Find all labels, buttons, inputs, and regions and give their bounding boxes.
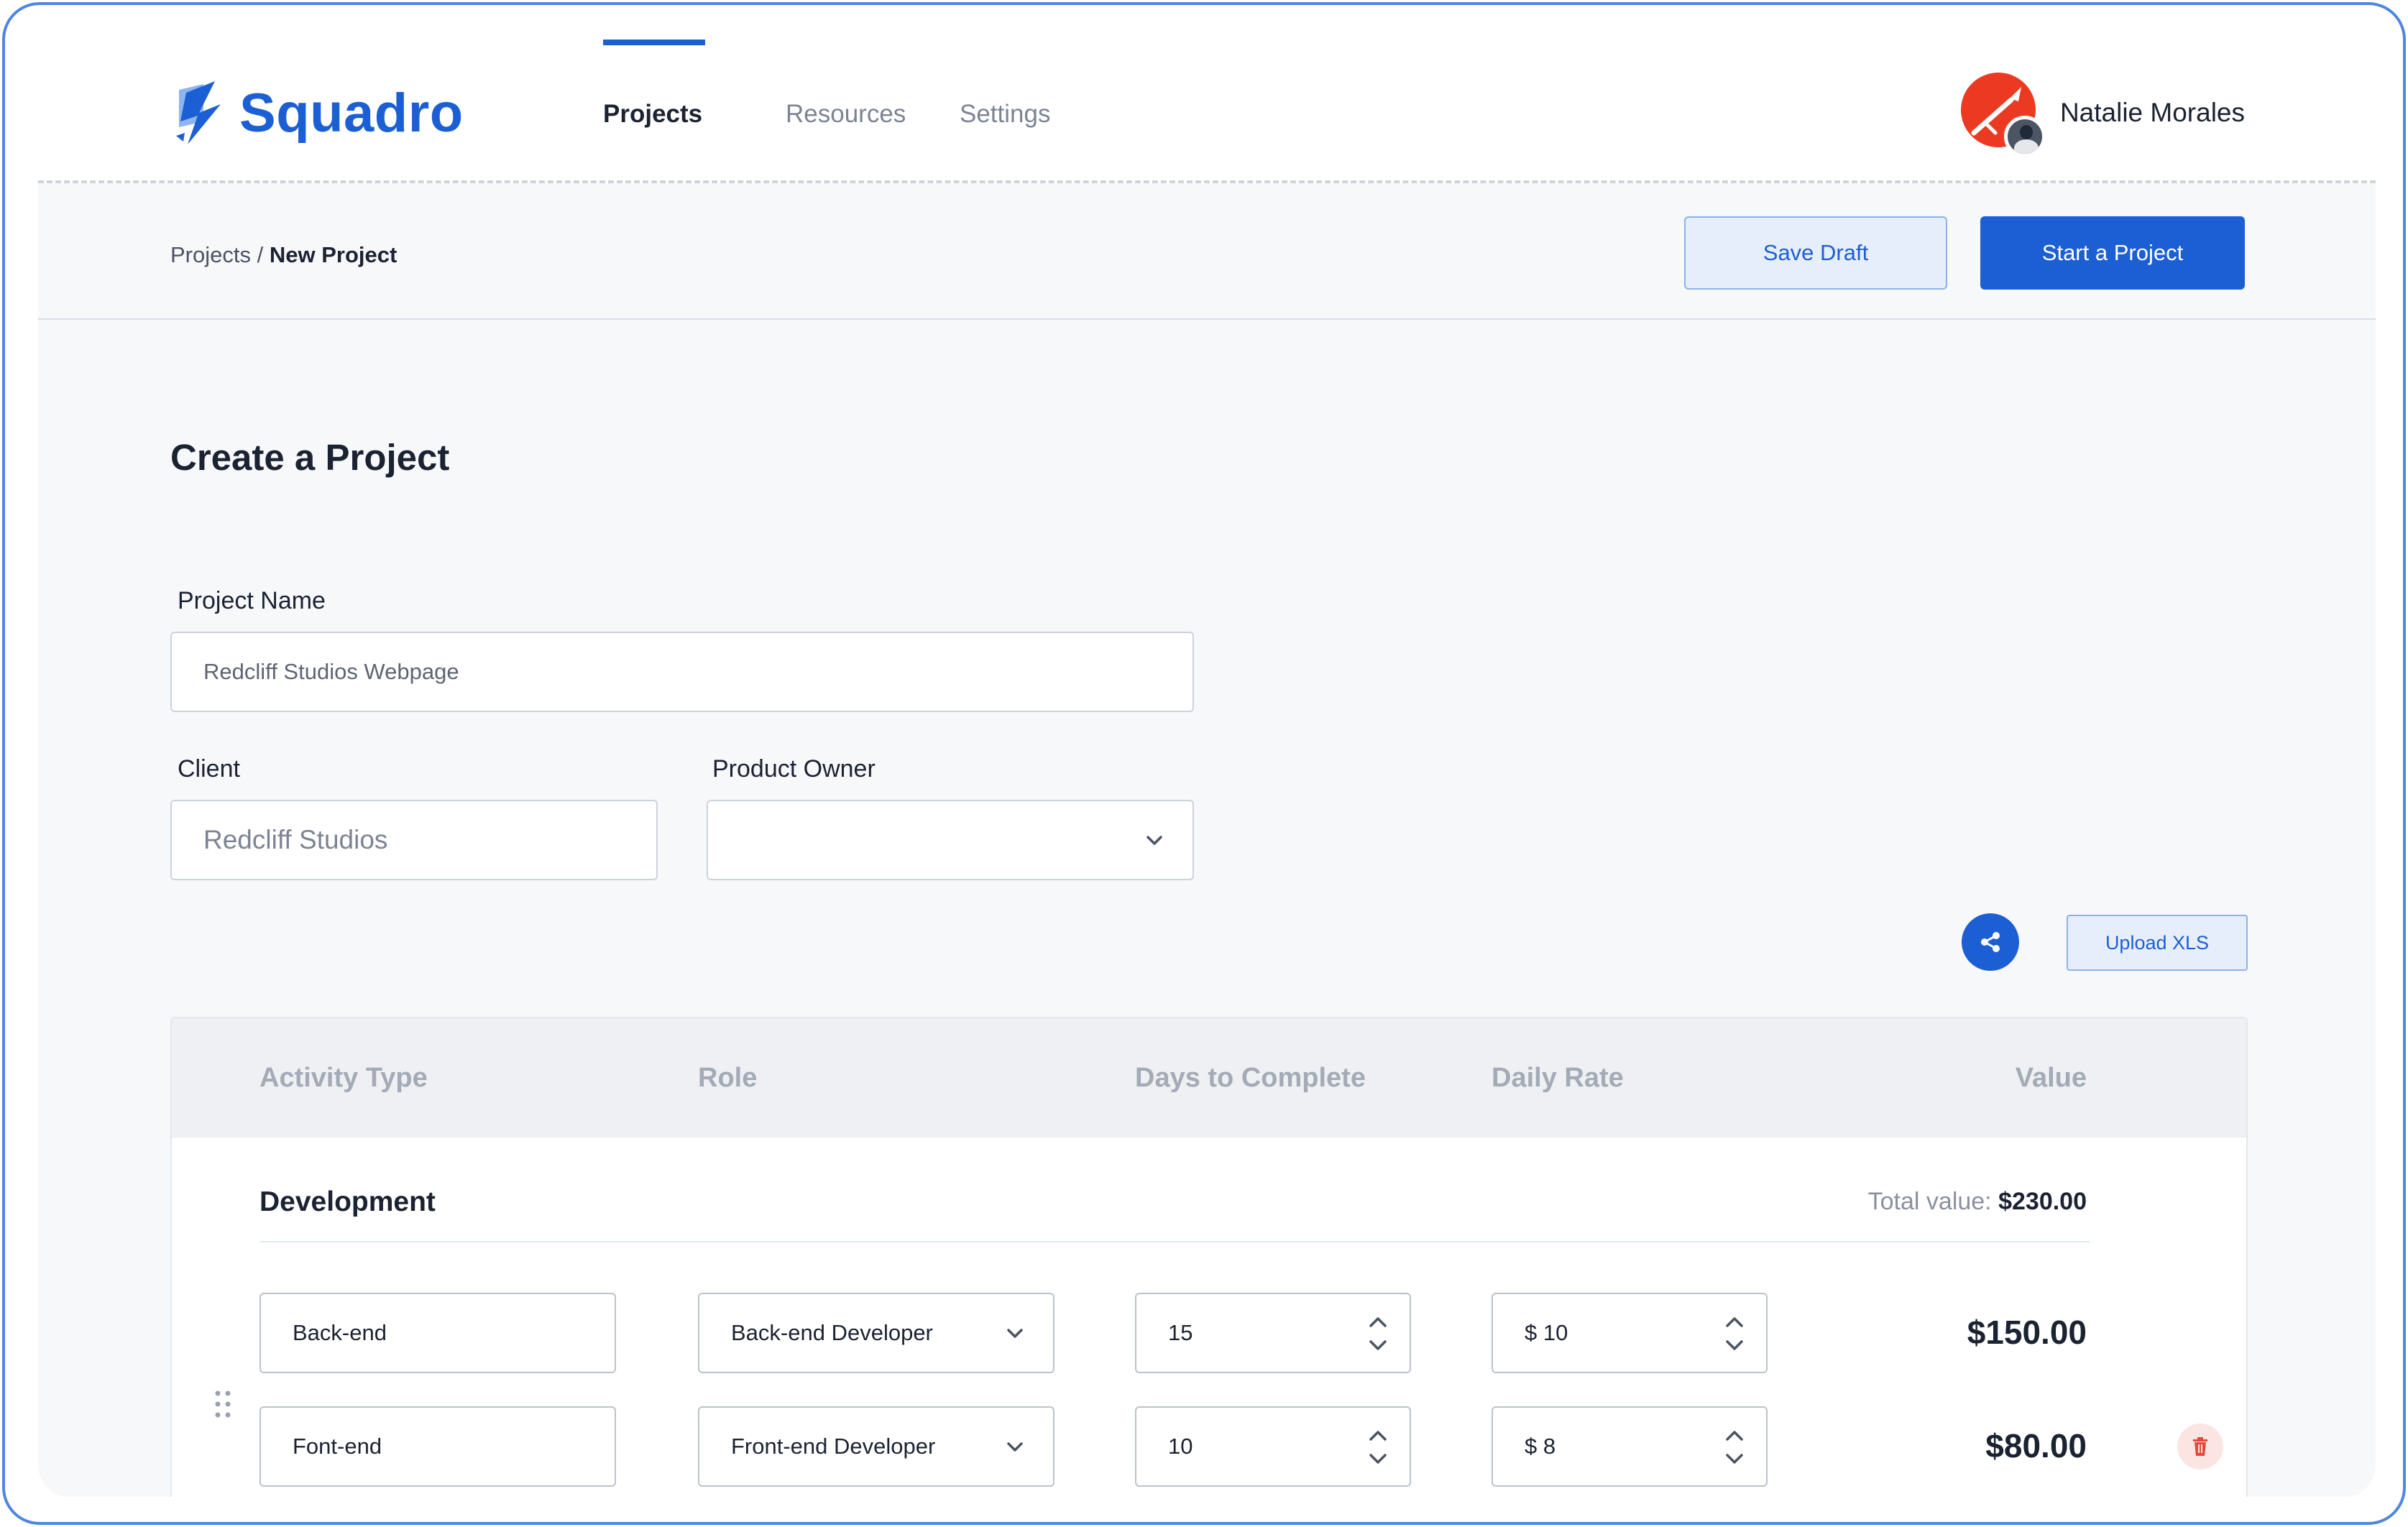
rate-stepper[interactable]: $ 8 (1492, 1406, 1768, 1487)
stepper-arrows-icon[interactable] (1368, 1313, 1388, 1355)
client-placeholder: Redcliff Studios (203, 825, 388, 854)
product-owner-select[interactable] (707, 800, 1194, 880)
rate-value: $ 10 (1525, 1320, 1568, 1345)
days-stepper[interactable]: 10 (1135, 1406, 1411, 1487)
header-activity-type: Activity Type (259, 1063, 428, 1093)
divider (259, 1241, 2090, 1242)
upload-xls-button[interactable]: Upload XLS (2067, 915, 2248, 971)
user-menu[interactable]: Natalie Morales (1960, 73, 2245, 157)
app-name: Squadro (239, 82, 464, 144)
page-title: Create a Project (170, 437, 450, 478)
activity-input[interactable]: Back-end (259, 1293, 616, 1373)
stepper-arrows-icon[interactable] (1724, 1426, 1745, 1468)
activity-value: Back-end (293, 1320, 387, 1345)
nav-settings[interactable]: Settings (960, 101, 1050, 126)
group-title: Development (259, 1186, 436, 1217)
project-name-input[interactable]: Redcliff Studios Webpage (170, 632, 1194, 712)
breadcrumb-bar: Projects / New Project Save Draft Start … (38, 183, 2376, 320)
stepper-arrows-icon[interactable] (1368, 1426, 1388, 1468)
app: Squadro Projects Resources Settings Nata… (38, 38, 2376, 1497)
role-select[interactable]: Front-end Developer (698, 1406, 1054, 1487)
activity-input[interactable]: Font-end (259, 1406, 616, 1487)
share-icon (1981, 932, 2000, 952)
client-input[interactable]: Redcliff Studios (170, 800, 658, 880)
group-total-value: $230.00 (1998, 1188, 2087, 1215)
header-value: Value (2015, 1063, 2087, 1093)
activity-value: Font-end (293, 1434, 382, 1459)
days-value: 10 (1168, 1434, 1193, 1459)
header-role: Role (698, 1063, 758, 1093)
project-name-label: Project Name (178, 587, 326, 614)
breadcrumb-current: New Project (269, 242, 397, 267)
drag-handle-icon[interactable] (212, 1388, 234, 1421)
active-tab-indicator (603, 40, 705, 45)
save-draft-button[interactable]: Save Draft (1684, 216, 1947, 290)
role-select[interactable]: Back-end Developer (698, 1293, 1054, 1373)
rate-stepper[interactable]: $ 10 (1492, 1293, 1768, 1373)
squadro-logo-icon (176, 81, 221, 144)
group-total-label: Total value: (1867, 1188, 1992, 1215)
chevron-down-icon (1146, 836, 1162, 845)
logo[interactable]: Squadro (170, 78, 464, 147)
nav-resources[interactable]: Resources (786, 101, 906, 126)
main-content: Create a Project Project Name Redcliff S… (38, 320, 2376, 1497)
avatar (1960, 73, 2046, 157)
group-total: Total value: $230.00 (1868, 1188, 2087, 1216)
days-stepper[interactable]: 15 (1135, 1293, 1411, 1373)
user-photo (2003, 116, 2046, 157)
client-label: Client (178, 755, 240, 783)
nav-projects[interactable]: Projects (603, 101, 702, 126)
breadcrumb-projects[interactable]: Projects (170, 242, 251, 267)
role-value: Back-end Developer (731, 1320, 933, 1345)
table-header: Activity Type Role Days to Complete Dail… (172, 1018, 2246, 1138)
start-project-button[interactable]: Start a Project (1980, 216, 2245, 290)
delete-row-button[interactable] (2177, 1424, 2223, 1470)
breadcrumb: Projects / New Project (170, 242, 397, 268)
top-nav: Squadro Projects Resources Settings Nata… (38, 38, 2376, 183)
trash-icon (2193, 1437, 2207, 1456)
stepper-arrows-icon[interactable] (1724, 1313, 1745, 1355)
row-value: $80.00 (1985, 1427, 2087, 1464)
header-days: Days to Complete (1135, 1063, 1366, 1093)
role-value: Front-end Developer (731, 1434, 936, 1459)
product-owner-label: Product Owner (712, 755, 876, 783)
share-button[interactable] (1962, 913, 2019, 971)
days-value: 15 (1168, 1320, 1193, 1345)
breadcrumb-separator: / (257, 242, 264, 267)
chevron-down-icon (1007, 1442, 1023, 1452)
row-value: $150.00 (1967, 1314, 2087, 1351)
rate-value: $ 8 (1525, 1434, 1556, 1459)
project-name-value: Redcliff Studios Webpage (203, 659, 459, 684)
header-daily-rate: Daily Rate (1492, 1063, 1624, 1093)
activity-table: Activity Type Role Days to Complete Dail… (170, 1017, 2248, 1497)
window-frame: Squadro Projects Resources Settings Nata… (2, 2, 2406, 1525)
chevron-down-icon (1007, 1329, 1023, 1338)
user-name: Natalie Morales (2059, 98, 2245, 127)
